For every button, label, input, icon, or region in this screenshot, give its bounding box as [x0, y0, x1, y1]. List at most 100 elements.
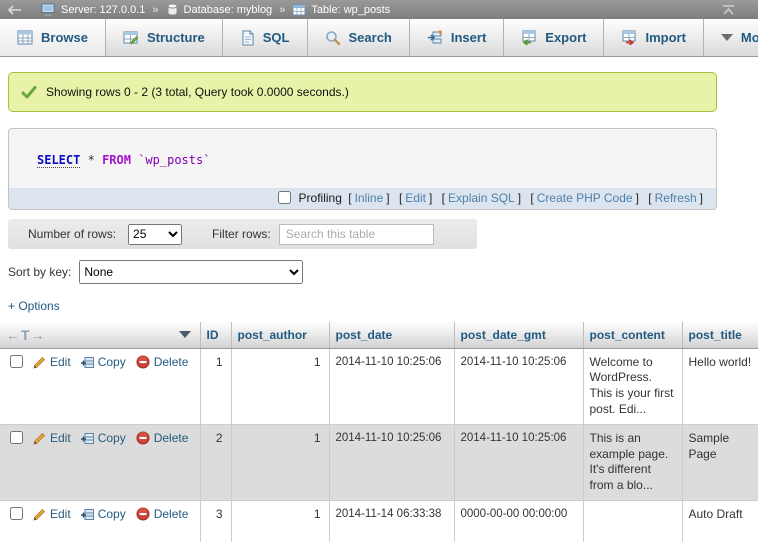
row-actions-cell: Edit Copy Delete	[0, 424, 200, 500]
cell-post-date-gmt[interactable]: 2014-11-10 10:25:06	[454, 424, 583, 500]
copy-icon	[81, 508, 94, 521]
bracket: [	[399, 191, 402, 205]
column-header-post-content[interactable]: post_content	[583, 322, 682, 348]
cell-post-title[interactable]: Hello world!	[682, 348, 758, 424]
sql-star: *	[88, 153, 95, 167]
import-icon	[621, 30, 637, 45]
tab-browse[interactable]: Browse	[0, 19, 106, 56]
tab-sql[interactable]: SQL	[223, 19, 308, 56]
sort-by-key-select[interactable]: None	[79, 260, 303, 284]
tab-import[interactable]: Import	[604, 19, 703, 56]
breadcrumb-separator: »	[279, 4, 285, 16]
tab-export[interactable]: Export	[504, 19, 604, 56]
cell-post-content[interactable]: This is an example page. It's different …	[583, 424, 682, 500]
tab-more[interactable]: More	[704, 19, 758, 56]
delete-action[interactable]: Delete	[136, 507, 189, 521]
breadcrumb-separator: »	[152, 4, 158, 16]
tab-structure-label: Structure	[147, 30, 205, 45]
inline-link[interactable]: Inline	[355, 191, 384, 205]
column-header-post-title[interactable]: post_title	[682, 322, 758, 348]
cell-post-author[interactable]: 1	[231, 501, 329, 542]
cell-post-title[interactable]: Auto Draft	[682, 501, 758, 542]
tab-more-label: More	[741, 30, 758, 45]
delete-action[interactable]: Delete	[136, 355, 189, 369]
cell-post-author[interactable]: 1	[231, 348, 329, 424]
edit-action[interactable]: Edit	[33, 507, 71, 521]
delete-icon	[136, 355, 150, 369]
bracket: ]	[429, 191, 432, 205]
edit-query-link[interactable]: Edit	[405, 191, 426, 205]
cell-id[interactable]: 1	[200, 348, 231, 424]
search-icon	[325, 30, 341, 46]
sort-by-key-row: Sort by key: None	[8, 260, 758, 284]
tab-structure[interactable]: Structure	[106, 19, 223, 56]
chevron-down-icon	[721, 34, 733, 41]
bracket: ]	[700, 191, 703, 205]
copy-icon	[81, 356, 94, 369]
column-header-post-author[interactable]: post_author	[231, 322, 329, 348]
explain-sql-link[interactable]: Explain SQL	[448, 191, 515, 205]
database-icon	[166, 3, 179, 16]
sql-keyword-select[interactable]: SELECT	[37, 153, 80, 168]
back-arrow-icon[interactable]	[8, 5, 22, 15]
tab-sql-label: SQL	[263, 30, 290, 45]
sql-toolbar: Profiling [Inline] [Edit] [Explain SQL] …	[9, 188, 716, 209]
options-toggle[interactable]: + Options	[8, 299, 60, 313]
cell-post-date[interactable]: 2014-11-10 10:25:06	[329, 348, 454, 424]
delete-icon	[136, 431, 150, 445]
row-checkbox[interactable]	[10, 355, 23, 368]
structure-icon	[123, 30, 139, 45]
cell-post-content[interactable]	[583, 501, 682, 542]
column-header-id[interactable]: ID	[200, 322, 231, 348]
bracket: ]	[518, 191, 521, 205]
tab-search[interactable]: Search	[308, 19, 410, 56]
edit-action[interactable]: Edit	[33, 431, 71, 445]
cell-post-content[interactable]: Welcome to WordPress. This is your first…	[583, 348, 682, 424]
delete-action[interactable]: Delete	[136, 431, 189, 445]
row-checkbox[interactable]	[10, 507, 23, 520]
cell-post-author[interactable]: 1	[231, 424, 329, 500]
profiling-label: Profiling	[299, 191, 342, 205]
cell-id[interactable]: 3	[200, 501, 231, 542]
row-actions-cell: Edit Copy Delete	[0, 348, 200, 424]
cell-post-title[interactable]: Sample Page	[682, 424, 758, 500]
tab-export-label: Export	[545, 30, 586, 45]
create-php-code-link[interactable]: Create PHP Code	[537, 191, 633, 205]
success-check-icon	[21, 85, 37, 99]
server-icon	[41, 3, 56, 16]
actions-column-menu-icon[interactable]	[179, 331, 191, 338]
cell-post-date-gmt[interactable]: 0000-00-00 00:00:00	[454, 501, 583, 542]
refresh-link[interactable]: Refresh	[655, 191, 697, 205]
status-message-text: Showing rows 0 - 2 (3 total, Query took …	[46, 85, 349, 99]
table-row: Edit Copy Delete 1 1 2014-11-10 10:25:06 2…	[0, 348, 758, 424]
sql-keyword-from: FROM	[102, 153, 131, 167]
tab-insert[interactable]: Insert	[410, 19, 504, 56]
cell-post-date-gmt[interactable]: 2014-11-10 10:25:06	[454, 348, 583, 424]
profiling-checkbox[interactable]	[278, 191, 291, 204]
breadcrumb-server[interactable]: Server: 127.0.0.1	[61, 4, 145, 16]
column-header-post-date[interactable]: post_date	[329, 322, 454, 348]
copy-action[interactable]: Copy	[81, 355, 126, 369]
edit-action[interactable]: Edit	[33, 355, 71, 369]
row-checkbox[interactable]	[10, 431, 23, 444]
bracket: [	[648, 191, 651, 205]
tab-bar: Browse Structure SQL Search Insert	[0, 19, 758, 57]
breadcrumb-database[interactable]: Database: myblog	[184, 4, 273, 16]
row-actions-cell: Edit Copy Delete	[0, 501, 200, 542]
breadcrumb-table[interactable]: Table: wp_posts	[311, 4, 390, 16]
number-of-rows-select[interactable]: 25	[128, 224, 182, 245]
cell-id[interactable]: 2	[200, 424, 231, 500]
collapse-top-icon[interactable]	[721, 5, 736, 15]
results-table: ←T→ ID post_author post_date post_date_g…	[0, 322, 758, 542]
edit-pencil-icon	[33, 508, 46, 521]
cell-post-date[interactable]: 2014-11-14 06:33:38	[329, 501, 454, 542]
table-row: Edit Copy Delete 2 1 2014-11-10 10:25:06 2…	[0, 424, 758, 500]
copy-action[interactable]: Copy	[81, 507, 126, 521]
bracket: [	[442, 191, 445, 205]
column-header-post-date-gmt[interactable]: post_date_gmt	[454, 322, 583, 348]
copy-action[interactable]: Copy	[81, 431, 126, 445]
tab-browse-label: Browse	[41, 30, 88, 45]
filter-rows-input[interactable]	[279, 224, 434, 245]
cell-post-date[interactable]: 2014-11-10 10:25:06	[329, 424, 454, 500]
column-order-arrows[interactable]: ←T→	[6, 327, 46, 343]
